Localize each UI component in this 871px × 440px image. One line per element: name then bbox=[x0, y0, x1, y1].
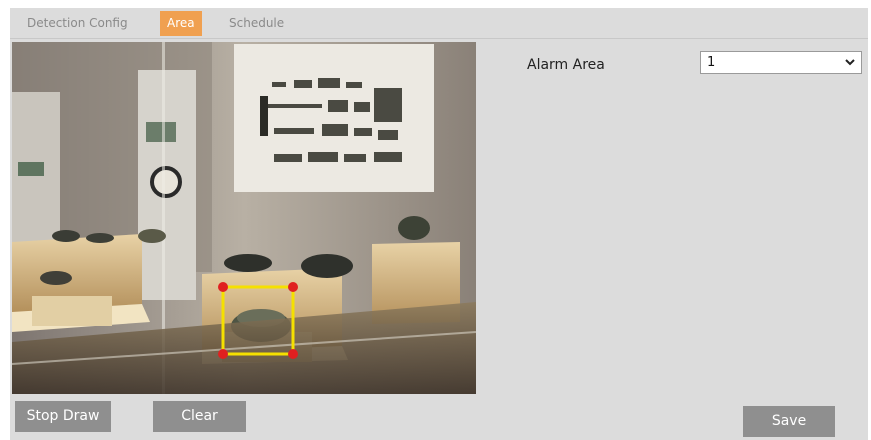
alarm-area-selected-value: 1 bbox=[707, 55, 716, 70]
alarm-area-label: Alarm Area bbox=[527, 57, 605, 73]
area-handle-top-right[interactable] bbox=[288, 282, 298, 292]
camera-scene-image bbox=[12, 42, 476, 394]
save-button[interactable]: Save bbox=[743, 406, 835, 437]
area-handle-bottom-left[interactable] bbox=[218, 349, 228, 359]
clear-button[interactable]: Clear bbox=[153, 401, 246, 432]
chevron-down-icon bbox=[845, 59, 855, 66]
area-settings-panel: Detection Config Area Schedule Alarm Are… bbox=[10, 8, 868, 440]
tab-area[interactable]: Area bbox=[160, 11, 202, 36]
tab-schedule[interactable]: Schedule bbox=[222, 11, 291, 36]
tab-bar: Detection Config Area Schedule bbox=[10, 8, 868, 39]
camera-live-view[interactable] bbox=[12, 42, 476, 394]
alarm-area-select[interactable]: 1 bbox=[700, 51, 862, 74]
area-handle-bottom-right[interactable] bbox=[288, 349, 298, 359]
tab-detection-config[interactable]: Detection Config bbox=[20, 11, 135, 36]
area-handle-top-left[interactable] bbox=[218, 282, 228, 292]
stop-draw-button[interactable]: Stop Draw bbox=[15, 401, 111, 432]
